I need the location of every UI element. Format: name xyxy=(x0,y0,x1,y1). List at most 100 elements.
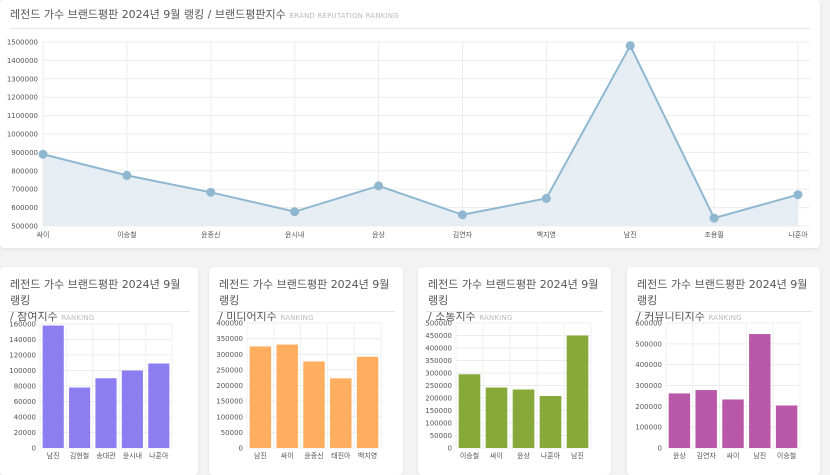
bar-x-tick-label: 나훈아 xyxy=(149,451,169,460)
bar xyxy=(303,361,325,448)
media-bar-chart: 0 50000 100000 150000 200000 250000 300000 3500… xyxy=(216,320,382,460)
bar xyxy=(512,389,535,448)
bar-y-tick-label: 150000 xyxy=(425,407,452,415)
main-x-tick-label: 백지영 xyxy=(537,230,556,239)
bar-y-tick-label: 40000 xyxy=(14,414,36,422)
main-y-tick-label: 1100000 xyxy=(7,112,38,120)
bar xyxy=(458,374,481,448)
main-chart-card: 레전드 가수 브랜드평판 2024년 9월 랭킹 / 브랜드평판지수 BRAND… xyxy=(0,0,820,248)
bar xyxy=(668,393,691,448)
community-chart-card: 레전드 가수 브랜드평판 2024년 9월 랭킹 / 커뮤니티지수 RANKIN… xyxy=(627,267,820,475)
main-y-tick-label: 1300000 xyxy=(7,75,38,83)
bar-x-tick-label: 싸이 xyxy=(490,451,503,460)
bar-y-tick-label: 500000 xyxy=(425,320,452,328)
main-data-point xyxy=(206,187,216,197)
bar xyxy=(356,356,379,448)
brand-reputation-line-chart: 500000 600000 700000 800000 900000 1000000 110… xyxy=(7,39,810,239)
bar xyxy=(69,387,91,448)
bar-y-tick-label: 400000 xyxy=(216,320,243,328)
bar xyxy=(249,346,272,448)
bar-y-tick-label: 450000 xyxy=(425,332,452,340)
main-area-fill xyxy=(43,45,798,227)
bar-x-tick-label: 김현철 xyxy=(70,451,89,460)
bar xyxy=(722,399,744,448)
bar-y-tick-label: 100000 xyxy=(425,420,452,428)
bar-x-tick-label: 이승철 xyxy=(777,451,796,460)
bar-y-tick-label: 200000 xyxy=(425,395,452,403)
bar-y-tick-label: 60000 xyxy=(14,398,36,406)
bar-y-tick-label: 100000 xyxy=(216,413,243,421)
bar-y-tick-label: 80000 xyxy=(14,383,36,391)
media-chart-card: 레전드 가수 브랜드평판 2024년 9월 랭킹 / 미디어지수 RANKING… xyxy=(209,267,403,475)
main-data-point xyxy=(290,207,300,217)
bar-x-tick-label: 송대관 xyxy=(96,451,116,460)
bar-y-tick-label: 100000 xyxy=(635,424,662,432)
bar-x-tick-label: 윤상 xyxy=(673,451,686,460)
bar xyxy=(330,378,352,448)
bar-y-tick-label: 200000 xyxy=(216,382,243,390)
main-y-tick-label: 1000000 xyxy=(7,131,38,139)
bar-y-tick-label: 160000 xyxy=(9,321,36,329)
main-y-tick-label: 900000 xyxy=(11,149,38,157)
bar-x-tick-label: 윤종신 xyxy=(304,451,323,460)
bar-x-tick-label: 남진 xyxy=(753,451,766,460)
bar xyxy=(695,390,717,448)
main-x-tick-label: 김연자 xyxy=(453,230,473,239)
bar-x-tick-label: 남진 xyxy=(571,451,584,460)
main-x-tick-label: 싸이 xyxy=(37,230,50,239)
bar xyxy=(276,344,298,448)
bar-x-tick-label: 나훈아 xyxy=(541,451,561,460)
bar xyxy=(566,335,589,448)
bar-y-tick-label: 140000 xyxy=(9,336,36,344)
bar-y-tick-label: 350000 xyxy=(216,335,243,343)
bar-x-tick-label: 윤상 xyxy=(517,451,530,460)
bar-y-tick-label: 0 xyxy=(658,445,662,453)
bar-y-tick-label: 50000 xyxy=(430,432,452,440)
bar-x-tick-label: 남진 xyxy=(254,451,267,460)
bar-y-tick-label: 350000 xyxy=(425,357,452,365)
main-y-tick-label: 1400000 xyxy=(7,57,38,65)
bar xyxy=(148,363,170,448)
bar-y-tick-label: 200000 xyxy=(635,403,662,411)
main-x-tick-label: 조용필 xyxy=(704,230,723,239)
main-y-tick-label: 1200000 xyxy=(7,94,38,102)
bar-y-tick-label: 0 xyxy=(448,445,452,453)
communication-chart-card: 레전드 가수 브랜드평판 2024년 9월 랭킹 / 소통지수 RANKING … xyxy=(418,267,611,475)
bar-x-tick-label: 이승철 xyxy=(460,451,479,460)
bar-y-tick-label: 50000 xyxy=(221,429,243,437)
bar xyxy=(485,387,508,448)
bar-x-tick-label: 백지영 xyxy=(358,451,377,460)
bar xyxy=(121,370,143,448)
bar-x-tick-label: 싸이 xyxy=(281,451,294,460)
bar-x-tick-label: 윤시내 xyxy=(123,451,142,460)
bar xyxy=(749,334,771,448)
bar-y-tick-label: 0 xyxy=(32,445,36,453)
bar-y-tick-label: 600000 xyxy=(635,320,662,328)
main-data-point xyxy=(793,190,803,200)
bar-y-tick-label: 100000 xyxy=(9,367,36,375)
bar-y-tick-label: 250000 xyxy=(216,366,243,374)
main-y-tick-label: 800000 xyxy=(11,167,38,175)
bar-x-tick-label: 남진 xyxy=(47,451,60,460)
bar xyxy=(95,378,117,448)
main-x-tick-label: 윤시내 xyxy=(285,230,304,239)
main-data-point xyxy=(38,149,48,159)
main-y-tick-label: 600000 xyxy=(11,204,38,212)
bar-y-tick-label: 300000 xyxy=(425,370,452,378)
main-y-tick-label: 1500000 xyxy=(7,39,38,47)
main-y-tick-label: 700000 xyxy=(11,186,38,194)
bar-y-tick-label: 500000 xyxy=(635,340,662,348)
participation-chart-card: 레전드 가수 브랜드평판 2024년 9월 랭킹 / 참여지수 RANKING … xyxy=(0,267,198,475)
bar xyxy=(775,405,798,448)
bar-x-tick-label: 김연자 xyxy=(697,451,717,460)
bar-y-tick-label: 0 xyxy=(239,445,243,453)
main-x-tick-label: 나훈아 xyxy=(788,230,808,239)
main-data-point xyxy=(541,193,551,203)
bar-x-tick-label: 태진아 xyxy=(331,451,351,460)
main-data-point xyxy=(457,210,467,220)
main-x-tick-label: 윤상 xyxy=(372,230,385,239)
bar-x-tick-label: 싸이 xyxy=(727,451,740,460)
main-x-tick-label: 이승철 xyxy=(117,230,136,239)
bar-y-tick-label: 300000 xyxy=(635,382,662,390)
main-x-tick-label: 윤종신 xyxy=(201,230,220,239)
